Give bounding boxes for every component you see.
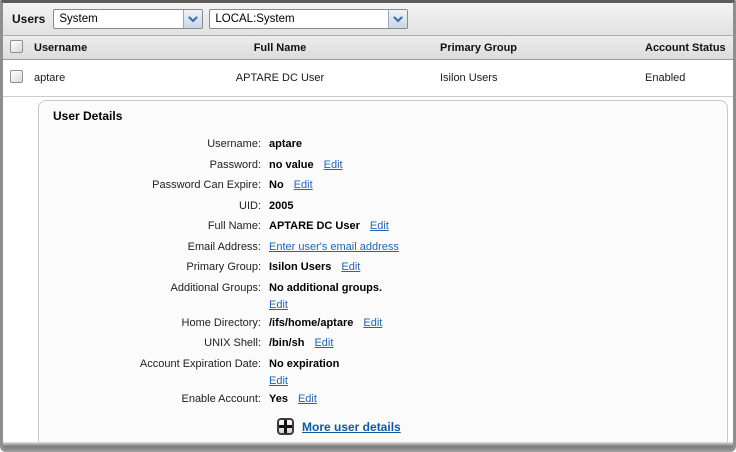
cell-username: aptare [33, 72, 150, 84]
field-label-password: Password: [53, 155, 269, 176]
field-value-full-name: APTARE DC User [269, 220, 360, 232]
field-value-link-email-address[interactable]: Enter user's email address [269, 241, 399, 253]
field-value-area-home-directory: /ifs/home/aptare Edit [269, 313, 382, 334]
edit-additional-groups-link[interactable]: Edit [269, 299, 288, 311]
cell-account-status: Enabled [642, 72, 733, 84]
field-value-enable-account: Yes [269, 393, 288, 405]
edit-line-additional-groups: Edit [269, 298, 382, 313]
field-label-password-can-expire: Password Can Expire: [53, 175, 269, 196]
provider-select-value: LOCAL:System [210, 13, 388, 25]
column-header-username: Username [33, 42, 150, 54]
detail-row-full-name: Full Name:APTARE DC User Edit [53, 216, 727, 237]
chevron-down-icon[interactable] [388, 10, 407, 28]
detail-row-home-directory: Home Directory:/ifs/home/aptare Edit [53, 313, 727, 334]
edit-enable-account-link[interactable]: Edit [298, 393, 317, 405]
zone-select[interactable]: System [53, 9, 203, 29]
field-label-unix-shell: UNIX Shell: [53, 333, 269, 354]
field-label-username: Username: [53, 134, 269, 155]
edit-line-account-expiration-date: Edit [269, 374, 339, 389]
users-label: Users [12, 12, 45, 26]
field-value-additional-groups: No additional groups. [269, 282, 382, 294]
detail-row-username: Username:aptare [53, 134, 727, 155]
field-value-area-password: no value Edit [269, 155, 343, 176]
field-value-account-expiration-date: No expiration [269, 358, 339, 370]
detail-row-enable-account: Enable Account:Yes Edit [53, 389, 727, 410]
provider-select[interactable]: LOCAL:System [209, 9, 408, 29]
detail-row-email-address: Email Address:Enter user's email address [53, 237, 727, 258]
field-label-uid: UID: [53, 196, 269, 217]
edit-home-directory-link[interactable]: Edit [363, 317, 382, 329]
window-frame: Users System LOCAL:System Username Full … [0, 0, 736, 452]
field-value-unix-shell: /bin/sh [269, 337, 304, 349]
edit-password-link[interactable]: Edit [324, 159, 343, 171]
field-value-primary-group: Isilon Users [269, 261, 331, 273]
select-all-checkbox[interactable] [10, 40, 23, 53]
field-value-password: no value [269, 159, 314, 171]
column-header-full-name: Full Name [150, 42, 410, 54]
detail-row-password-can-expire: Password Can Expire:No Edit [53, 175, 727, 196]
table-row[interactable]: aptare APTARE DC User Isilon Users Enabl… [3, 60, 733, 97]
field-label-enable-account: Enable Account: [53, 389, 269, 410]
detail-row-additional-groups: Additional Groups:No additional groups. E… [53, 278, 727, 313]
field-label-home-directory: Home Directory: [53, 313, 269, 334]
more-user-details-link[interactable]: More user details [302, 420, 401, 434]
column-header-account-status: Account Status [642, 42, 733, 54]
field-label-additional-groups: Additional Groups: [53, 278, 269, 313]
detail-row-primary-group: Primary Group:Isilon Users Edit [53, 257, 727, 278]
field-label-account-expiration-date: Account Expiration Date: [53, 354, 269, 389]
field-value-password-can-expire: No [269, 179, 284, 191]
field-label-primary-group: Primary Group: [53, 257, 269, 278]
detail-row-uid: UID:2005 [53, 196, 727, 217]
column-header-primary-group: Primary Group [410, 42, 642, 54]
toolbar: Users System LOCAL:System [3, 3, 733, 36]
field-value-home-directory: /ifs/home/aptare [269, 317, 353, 329]
field-value-uid: 2005 [269, 200, 293, 212]
field-value-username: aptare [269, 138, 302, 150]
cell-primary-group: Isilon Users [410, 72, 642, 84]
detail-row-unix-shell: UNIX Shell:/bin/sh Edit [53, 333, 727, 354]
field-value-area-username: aptare [269, 134, 302, 155]
content-area: User Details Username:aptarePassword:no … [3, 97, 733, 442]
detail-row-account-expiration-date: Account Expiration Date:No expiration Edi… [53, 354, 727, 389]
cell-full-name: APTARE DC User [150, 72, 410, 84]
panel-title: User Details [53, 109, 727, 123]
detail-fields: Username:aptarePassword:no valueEditPass… [53, 134, 727, 409]
field-label-full-name: Full Name: [53, 216, 269, 237]
field-value-area-email-address: Enter user's email address [269, 237, 399, 258]
plus-icon[interactable] [277, 418, 294, 435]
edit-primary-group-link[interactable]: Edit [341, 261, 360, 273]
field-label-email-address: Email Address: [53, 237, 269, 258]
row-checkbox[interactable] [10, 70, 23, 83]
edit-full-name-link[interactable]: Edit [370, 220, 389, 232]
chevron-down-icon[interactable] [183, 10, 202, 28]
field-value-area-password-can-expire: No Edit [269, 175, 313, 196]
more-user-details-row: More user details [277, 418, 727, 435]
field-value-area-enable-account: Yes Edit [269, 389, 317, 410]
field-value-area-primary-group: Isilon Users Edit [269, 257, 360, 278]
field-value-area-full-name: APTARE DC User Edit [269, 216, 389, 237]
edit-password-can-expire-link[interactable]: Edit [294, 179, 313, 191]
field-value-area-uid: 2005 [269, 196, 293, 217]
edit-unix-shell-link[interactable]: Edit [314, 337, 333, 349]
table-header: Username Full Name Primary Group Account… [3, 36, 733, 60]
field-value-area-unix-shell: /bin/sh Edit [269, 333, 333, 354]
window-bottom-bar [3, 442, 733, 452]
user-details-panel: User Details Username:aptarePassword:no … [38, 100, 728, 442]
edit-account-expiration-date-link[interactable]: Edit [269, 375, 288, 387]
field-value-area-account-expiration-date: No expiration Edit [269, 354, 339, 389]
field-value-area-additional-groups: No additional groups. Edit [269, 278, 382, 313]
zone-select-value: System [54, 13, 183, 25]
detail-row-password: Password:no value Edit [53, 155, 727, 176]
